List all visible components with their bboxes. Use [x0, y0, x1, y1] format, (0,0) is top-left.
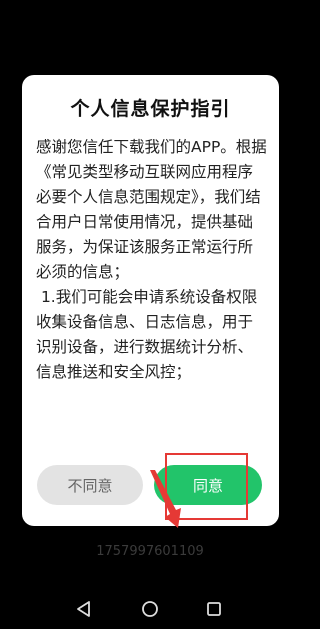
back-triangle-icon[interactable] [74, 599, 94, 619]
recents-square-icon[interactable] [204, 599, 224, 619]
home-circle-icon[interactable] [140, 599, 160, 619]
disagree-button[interactable]: 不同意 [37, 465, 143, 505]
screen: 1757997601109 个人信息保护指引 感谢您信任下载我们的APP。根据《… [0, 0, 300, 629]
scroll-fade [22, 380, 279, 410]
pointer-arrow-icon [150, 470, 181, 528]
dialog-body-text[interactable]: 感谢您信任下载我们的APP。根据《常见类型移动互联网应用程序必要个人信息范围规定… [36, 135, 268, 462]
dialog-title: 个人信息保护指引 [70, 98, 231, 120]
system-navbar [0, 589, 300, 629]
background-id-text: 1757997601109 [96, 544, 204, 559]
